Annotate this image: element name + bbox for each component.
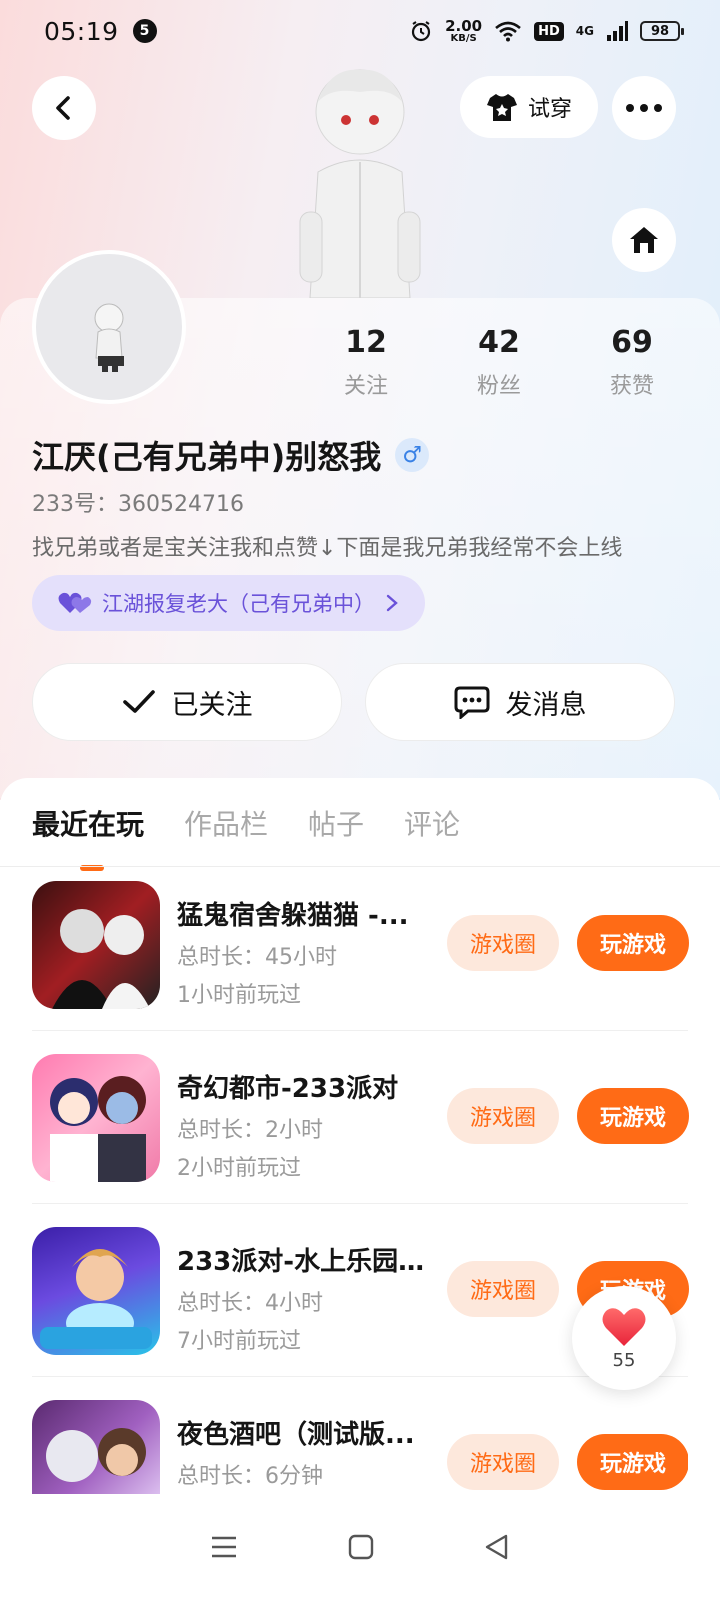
- game-duration: 总时长：45小时: [177, 945, 337, 970]
- game-title: 夜色酒吧（测试版...: [177, 1420, 415, 1450]
- game-icon: [32, 881, 160, 1009]
- user-id: 233号：360524716: [32, 492, 244, 517]
- stat-likes[interactable]: 69 获赞: [572, 325, 692, 400]
- profile-page: 05:19 5 2.00 KB/S HD 4G 98 试穿 12 关注 42 粉…: [0, 0, 720, 1600]
- followed-button[interactable]: 已关注: [32, 663, 342, 741]
- stat-likes-label: 获赞: [609, 374, 654, 399]
- stat-following-value: 12: [345, 325, 387, 360]
- stat-following[interactable]: 12 关注: [306, 325, 426, 400]
- back-arrow-icon: [56, 96, 70, 120]
- male-gender-icon: ♂: [395, 438, 430, 472]
- user-bio: 找兄弟或者是宝关注我和点赞↓下面是我兄弟我经常不会上线: [32, 536, 623, 561]
- user-name: 江厌(己有兄弟中)别怒我: [32, 438, 382, 476]
- more-dots-icon: [626, 104, 662, 112]
- back-button[interactable]: [32, 76, 96, 140]
- heart-pair-icon: [58, 592, 92, 613]
- system-navigation-bar: [0, 1494, 720, 1600]
- water-park-icon: [40, 1249, 152, 1349]
- tab-recently-played[interactable]: 最近在玩: [32, 785, 144, 843]
- game-title: 233派对-水上乐园...: [177, 1247, 427, 1277]
- game-icon: [32, 1054, 160, 1182]
- tshirt-icon: [486, 94, 517, 121]
- menu-icon[interactable]: [210, 1535, 238, 1559]
- notification-count-badge: 5: [132, 19, 157, 43]
- game-list-item[interactable]: 猛鬼宿舍躲猫猫 -... 总时长：45小时 1小时前玩过 游戏圈 玩游戏: [32, 881, 689, 1011]
- hd-badge: HD: [534, 21, 564, 41]
- try-on-button[interactable]: 试穿: [460, 76, 598, 138]
- name-row: 江厌(己有兄弟中)别怒我 ♂: [32, 432, 430, 478]
- game-list-item[interactable]: 夜色酒吧（测试版... 总时长：6分钟 游戏圈 玩游戏: [32, 1400, 688, 1494]
- stat-fans-label: 粉丝: [476, 374, 521, 399]
- game-title: 猛鬼宿舍躲猫猫 -...: [177, 901, 409, 931]
- game-icon: [32, 1400, 160, 1494]
- play-game-button[interactable]: 玩游戏: [577, 1088, 689, 1144]
- game-circle-button[interactable]: 游戏圈: [447, 1261, 559, 1317]
- profile-tabs: 最近在玩 作品栏 帖子 评论: [32, 778, 460, 850]
- wifi-icon: [495, 21, 521, 42]
- followed-label: 已关注: [171, 689, 253, 721]
- heart-icon: [602, 1307, 646, 1346]
- status-bar: 05:19 5 2.00 KB/S HD 4G 98: [0, 0, 720, 62]
- signal-icon: [607, 21, 628, 41]
- game-title: 奇幻都市-233派对: [177, 1074, 399, 1104]
- alarm-icon: [412, 21, 431, 42]
- chat-bubble-icon: [454, 686, 489, 719]
- try-on-label: 试穿: [527, 97, 572, 122]
- like-count: 55: [612, 1349, 636, 1371]
- stat-fans-value: 42: [478, 325, 520, 360]
- play-game-button[interactable]: 玩游戏: [577, 1434, 688, 1490]
- avatar-character-icon: [94, 303, 124, 372]
- game-duration: 总时长：6分钟: [177, 1464, 323, 1489]
- stat-following-label: 关注: [343, 374, 388, 399]
- guild-name: 江湖报复老大（己有兄弟中）: [102, 592, 375, 616]
- game-last-played: 1小时前玩过: [177, 983, 301, 1008]
- game-last-played: 2小时前玩过: [177, 1156, 301, 1181]
- play-game-button[interactable]: 玩游戏: [577, 915, 689, 971]
- home-icon: [630, 227, 658, 253]
- game-duration: 总时长：4小时: [177, 1291, 323, 1316]
- game-last-played: 7小时前玩过: [177, 1329, 301, 1354]
- game-circle-button[interactable]: 游戏圈: [447, 1088, 559, 1144]
- network-type: 4G: [575, 24, 594, 38]
- status-time: 05:19: [44, 16, 119, 46]
- send-message-button[interactable]: 发消息: [365, 663, 675, 741]
- status-icons: 2.00 KB/S HD 4G 98: [409, 16, 684, 44]
- home-button[interactable]: [612, 208, 676, 272]
- ghost-dorm-icon: [52, 909, 150, 1009]
- row-divider: [32, 1203, 688, 1204]
- send-message-label: 发消息: [505, 689, 587, 721]
- guild-badge[interactable]: 江湖报复老大（己有兄弟中）: [32, 575, 425, 631]
- network-speed-unit: KB/S: [450, 32, 477, 44]
- back-triangle-icon[interactable]: [484, 1534, 510, 1560]
- fantasy-city-icon: [50, 1076, 146, 1182]
- like-fab-button[interactable]: 55: [572, 1286, 676, 1390]
- checkmark-icon: [122, 690, 155, 713]
- tab-posts[interactable]: 帖子: [308, 785, 364, 843]
- tab-works[interactable]: 作品栏: [184, 785, 268, 843]
- night-bar-icon: [46, 1428, 146, 1482]
- game-circle-button[interactable]: 游戏圈: [447, 1434, 559, 1490]
- row-divider: [32, 1030, 688, 1031]
- game-icon: [32, 1227, 160, 1355]
- battery-indicator: 98: [640, 21, 684, 41]
- stat-fans[interactable]: 42 粉丝: [439, 325, 559, 400]
- game-duration: 总时长：2小时: [177, 1118, 323, 1143]
- avatar-character-figure: [299, 69, 421, 298]
- game-circle-button[interactable]: 游戏圈: [447, 915, 559, 971]
- stat-likes-value: 69: [611, 325, 653, 360]
- network-speed-value: 2.00: [445, 16, 483, 35]
- more-button[interactable]: [612, 76, 676, 140]
- avatar[interactable]: [32, 250, 186, 404]
- chevron-right-icon: [386, 594, 398, 612]
- tab-divider: [0, 866, 720, 867]
- home-square-icon[interactable]: [348, 1534, 374, 1560]
- game-list-item[interactable]: 奇幻都市-233派对 总时长：2小时 2小时前玩过 游戏圈 玩游戏: [32, 1054, 689, 1184]
- network-speed: 2.00 KB/S: [445, 16, 483, 44]
- tab-comments[interactable]: 评论: [404, 785, 460, 843]
